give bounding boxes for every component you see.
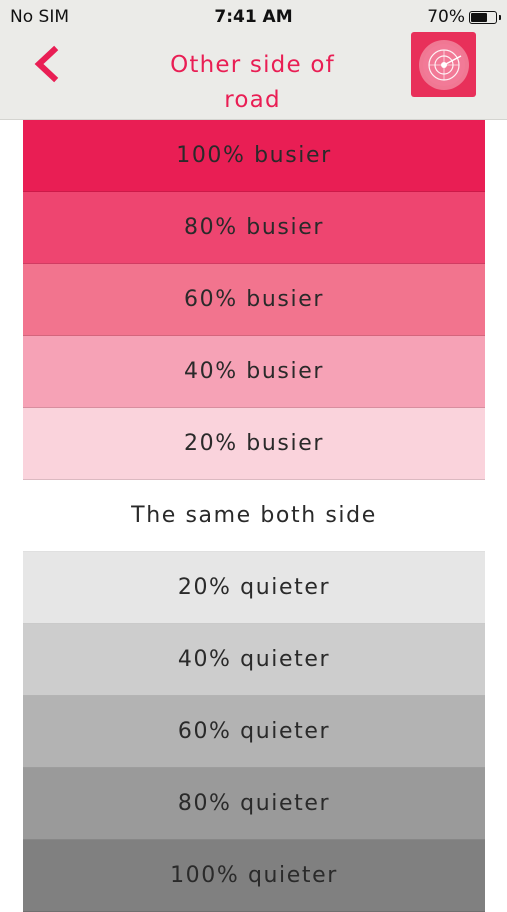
option-label: 60% busier [184,287,324,312]
option-label: 40% busier [184,359,324,384]
radar-logo-icon [418,39,469,90]
battery-percent: 70% [427,7,465,27]
option-label: 100% quieter [170,863,338,888]
busyness-option[interactable]: 40% busier [23,336,485,408]
option-label: 20% quieter [177,575,331,600]
busyness-option[interactable]: 20% quieter [23,552,485,624]
chevron-left-icon [34,45,59,83]
page-title-line-1: Other side of [170,52,335,78]
page-title-line-2: road [224,87,281,113]
app-logo-button[interactable] [411,32,476,97]
busyness-option[interactable]: 20% busier [23,408,485,480]
page-title: Other side of road [120,48,385,118]
busyness-option[interactable]: 60% quieter [23,696,485,768]
nav-header: No SIM 7:41 AM 70% Other side of road [0,0,507,120]
status-bar: No SIM 7:41 AM 70% [0,0,507,34]
busyness-option[interactable]: 40% quieter [23,624,485,696]
battery-fill [471,12,488,22]
battery-icon [469,10,501,24]
option-label: 80% busier [184,215,324,240]
option-label: 40% quieter [177,647,331,672]
busyness-option[interactable]: 100% busier [23,120,485,192]
option-label: 20% busier [184,431,324,456]
busyness-option[interactable]: The same both side [23,480,485,552]
battery-indicator: 70% [427,7,501,27]
option-label: 80% quieter [177,791,331,816]
back-button[interactable] [26,40,70,88]
busyness-option-list: 100% busier 80% busier 60% busier 40% busie… [23,120,485,912]
option-label: The same both side [131,503,377,528]
busyness-option[interactable]: 80% quieter [23,768,485,840]
option-label: 60% quieter [177,719,331,744]
busyness-option[interactable]: 100% quieter [23,840,485,912]
busyness-option[interactable]: 60% busier [23,264,485,336]
busyness-option[interactable]: 80% busier [23,192,485,264]
option-label: 100% busier [176,143,332,168]
